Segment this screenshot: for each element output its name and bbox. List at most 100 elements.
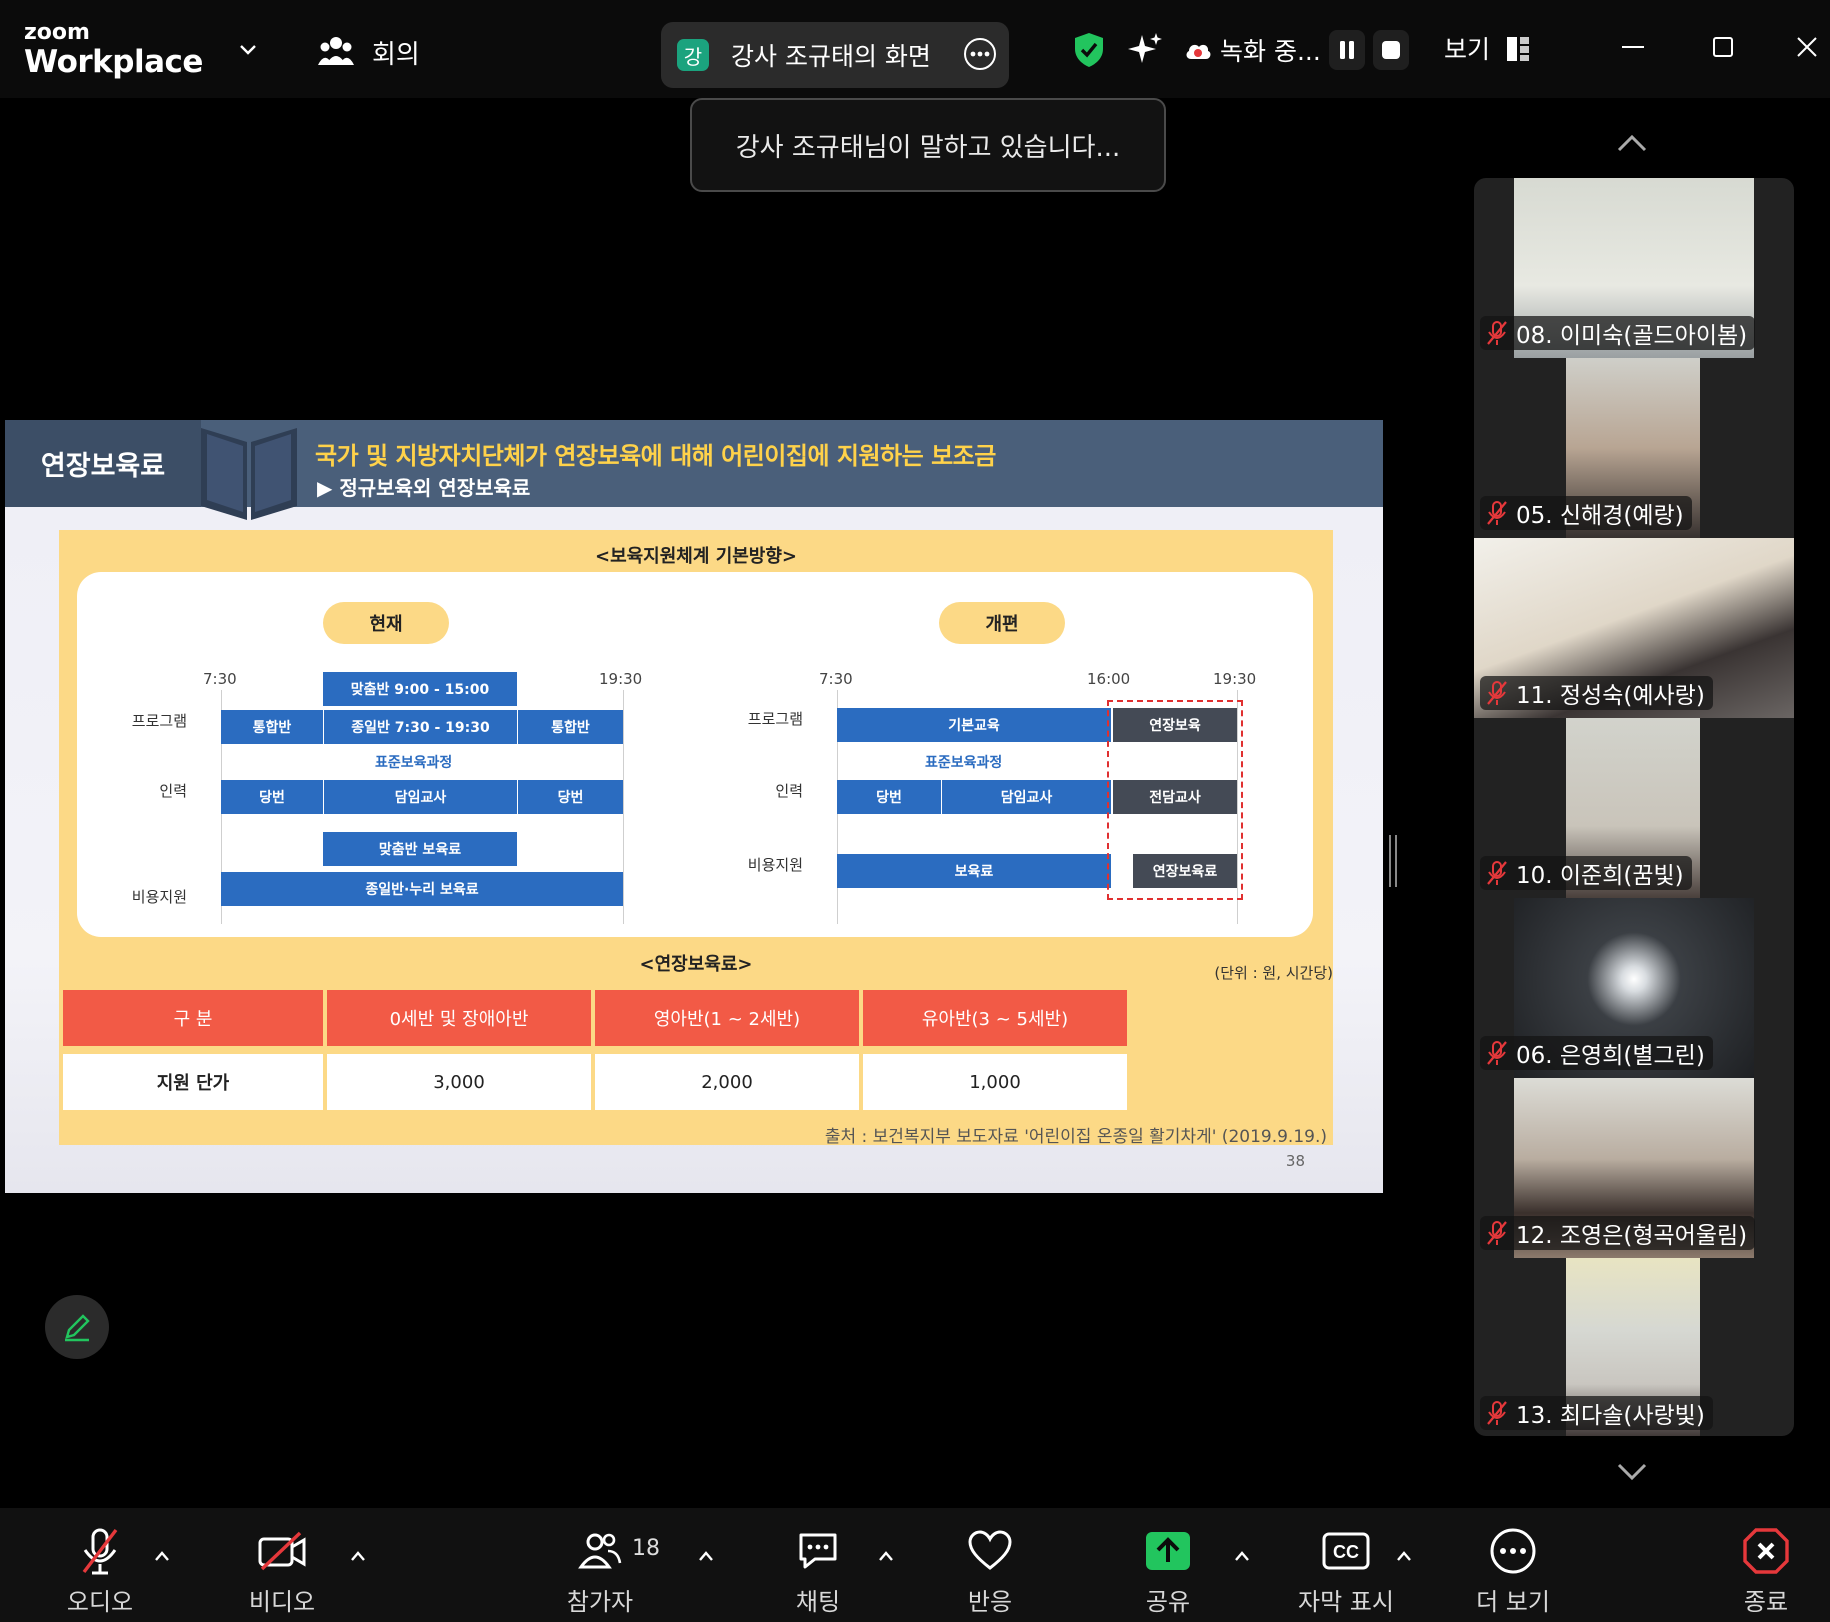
dangbeon-bar: 당번: [518, 780, 623, 814]
chevron-up-icon[interactable]: [1614, 128, 1650, 156]
mic-muted-icon: [1487, 681, 1507, 705]
pause-recording-button[interactable]: [1328, 30, 1365, 70]
support-system-panel: <보육지원체계 기본방향> 현재 7:30 19:30 프로그램 인력 비용지원…: [59, 530, 1333, 1147]
maximize-icon[interactable]: [1706, 30, 1740, 64]
chevron-down-icon[interactable]: [1614, 1458, 1650, 1486]
jongil-bar: 종일반 7:30 - 19:30: [324, 710, 517, 744]
reactions-button[interactable]: 반응: [950, 1508, 1030, 1622]
view-menu-label[interactable]: 보기: [1444, 30, 1490, 66]
end-call-icon: [1743, 1528, 1789, 1574]
participants-icon: [578, 1533, 622, 1569]
dangbeon-bar: 당번: [221, 780, 323, 814]
people-icon: [318, 37, 354, 65]
participants-button[interactable]: 참가자: [560, 1508, 640, 1622]
current-pill: 현재: [323, 602, 449, 644]
meeting-controls-bar: 오디오 비디오 참가자 18 채팅 반응 공유 CC 자막 표시 더 보기 종료: [0, 1508, 1830, 1622]
shield-check-icon: [1075, 33, 1103, 67]
caret-up-icon[interactable]: [1232, 1548, 1252, 1564]
slide-tag: 연장보육료: [5, 420, 201, 507]
screen-share-indicator[interactable]: 강 강사 조규태의 화면: [661, 22, 1009, 88]
participants-label: 참가자: [566, 1588, 634, 1616]
chat-button[interactable]: 채팅: [778, 1508, 858, 1622]
jongil-fee-bar: 종일반·누리 보육료: [221, 872, 623, 906]
caret-up-icon[interactable]: [696, 1548, 716, 1564]
table-cell: 3,000: [327, 1054, 591, 1110]
participant-name: 05. 신해경(예랑): [1516, 503, 1684, 529]
chat-icon: [799, 1533, 837, 1569]
close-icon[interactable]: [1790, 30, 1824, 64]
participant-tile[interactable]: 11. 정성숙(예사랑): [1474, 538, 1794, 718]
page-number: 38: [1285, 1152, 1305, 1170]
participant-tile[interactable]: 08. 이미숙(골드아이봄): [1474, 178, 1794, 358]
caret-up-icon[interactable]: [348, 1548, 368, 1564]
slide-header: 연장보육료 국가 및 지방자치단체가 연장보육에 대해 어린이집에 지원하는 보…: [5, 420, 1383, 520]
mic-muted-icon: [1487, 861, 1507, 885]
participant-tile[interactable]: 12. 조영은(형곡어울림): [1474, 1078, 1794, 1258]
meeting-menu-button[interactable]: 회의: [318, 30, 420, 74]
slide-subtitle: ▶ 정규보육외 연장보육료: [317, 476, 531, 500]
captions-button[interactable]: CC 자막 표시: [1296, 1508, 1396, 1622]
audio-button[interactable]: 오디오: [60, 1508, 140, 1622]
video-off-icon: [258, 1531, 306, 1571]
participant-name: 08. 이미숙(골드아이봄): [1516, 323, 1748, 349]
caret-up-icon[interactable]: [152, 1548, 172, 1564]
participant-name-tag: 12. 조영은(형곡어울림): [1480, 1216, 1756, 1250]
end-meeting-button[interactable]: 종료: [1726, 1508, 1806, 1622]
table-cell: 1,000: [863, 1054, 1127, 1110]
basic-edu-bar: 기본교육: [837, 708, 1111, 742]
caret-up-icon[interactable]: [876, 1548, 896, 1564]
row-label-program: 프로그램: [131, 712, 187, 730]
participant-name: 13. 최다솔(사랑빛): [1516, 1403, 1705, 1429]
participants-count: 18: [632, 1536, 660, 1561]
table-header-cell: 유아반(3 ~ 5세반): [863, 990, 1127, 1046]
reactions-label: 반응: [967, 1588, 1013, 1616]
more-icon: [1490, 1528, 1536, 1574]
security-status[interactable]: [1072, 28, 1106, 72]
source-note: 출처 : 보건복지부 보도자료 '어린이집 온종일 활기차게' (2019.9.…: [824, 1127, 1327, 1147]
more-label: 더 보기: [1476, 1588, 1550, 1616]
participant-tile[interactable]: 05. 신해경(예랑): [1474, 358, 1794, 538]
time-label: 19:30: [1213, 670, 1257, 688]
presenter-avatar-badge: 강: [677, 39, 709, 71]
sparkle-icon: [1128, 33, 1162, 63]
participant-name-tag: 11. 정성숙(예사랑): [1480, 676, 1713, 710]
resize-handle[interactable]: [1388, 835, 1398, 887]
stop-icon: [1381, 41, 1400, 59]
participant-gallery: 08. 이미숙(골드아이봄) 05. 신해경(예랑) 11. 정성숙(예사랑) …: [1474, 178, 1794, 1436]
share-button[interactable]: 공유: [1128, 1508, 1208, 1622]
matchum-bar: 맞춤반 9:00 - 15:00: [323, 672, 517, 706]
video-button[interactable]: 비디오: [242, 1508, 322, 1622]
reform-pill: 개편: [939, 602, 1065, 644]
mic-muted-icon: [1487, 501, 1507, 525]
diagram-area: 현재 7:30 19:30 프로그램 인력 비용지원 맞춤반 9:00 - 15…: [77, 572, 1313, 937]
more-button[interactable]: 더 보기: [1470, 1508, 1556, 1622]
participant-name: 10. 이준희(꿈빛): [1516, 863, 1684, 889]
tonghap-bar: 통합반: [518, 710, 623, 744]
annotate-button[interactable]: [45, 1295, 109, 1359]
std-curriculum-label: 표준보육과정: [375, 755, 453, 771]
share-screen-icon: [1146, 1532, 1190, 1570]
ai-companion[interactable]: [1126, 28, 1164, 72]
more-options-icon[interactable]: [963, 37, 997, 71]
std-curriculum-label: 표준보육과정: [925, 755, 1003, 771]
slide-title: 국가 및 지방자치단체가 연장보육에 대해 어린이집에 지원하는 보조금: [315, 442, 996, 470]
participant-tile[interactable]: 10. 이준희(꿈빛): [1474, 718, 1794, 898]
participant-name-tag: 05. 신해경(예랑): [1480, 496, 1692, 530]
table-header-cell: 0세반 및 장애아반: [327, 990, 591, 1046]
participant-tile[interactable]: 13. 최다솔(사랑빛): [1474, 1258, 1794, 1436]
layout-grid-icon[interactable]: [1506, 36, 1530, 62]
stop-recording-button[interactable]: [1372, 30, 1409, 70]
end-label: 종료: [1743, 1588, 1789, 1616]
table-title: <연장보육료>: [639, 954, 753, 975]
caret-up-icon[interactable]: [1394, 1548, 1414, 1564]
captions-label: 자막 표시: [1298, 1588, 1394, 1616]
mic-muted-icon: [1487, 321, 1507, 345]
chevron-down-icon[interactable]: [236, 38, 260, 62]
minimize-icon[interactable]: [1616, 30, 1650, 64]
pause-icon: [1339, 41, 1354, 59]
recording-status[interactable]: 녹화 중...: [1184, 28, 1409, 72]
zoom-logo: zoom Workplace: [24, 22, 203, 81]
chat-label: 채팅: [795, 1588, 841, 1616]
fee-bar: 보육료: [837, 854, 1111, 888]
participant-tile[interactable]: 06. 은영희(별그린): [1474, 898, 1794, 1078]
